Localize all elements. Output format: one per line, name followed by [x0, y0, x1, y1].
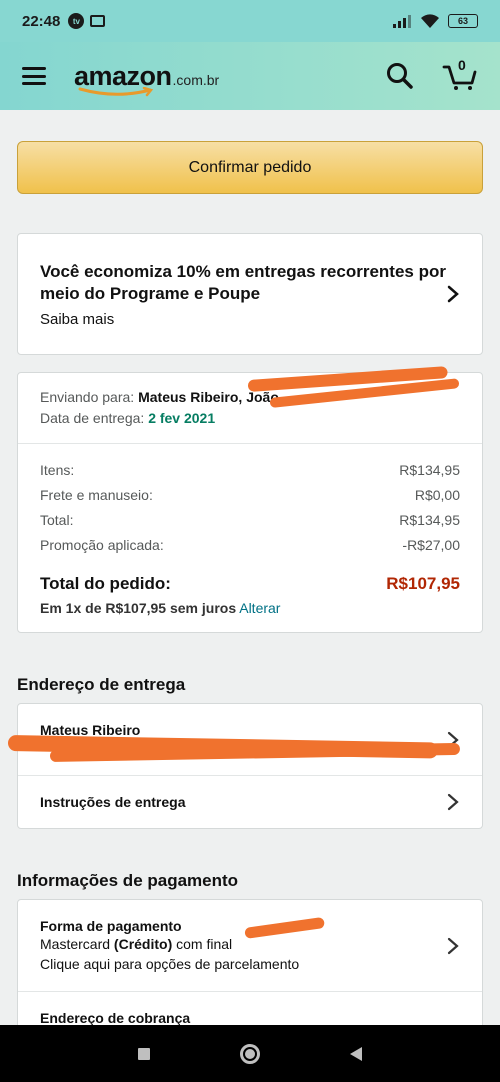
price-row: Itens: R$134,95 [40, 462, 460, 478]
order-total-amount: R$107,95 [386, 574, 460, 593]
price-lines: Itens: R$134,95 Frete e manuseio: R$0,00 T… [18, 444, 482, 632]
billing-address-item[interactable]: Endereço de cobrança [18, 992, 482, 1025]
recipient-name: Mateus Ribeiro, João [138, 389, 279, 405]
home-button[interactable] [240, 1043, 260, 1064]
subscribe-save-promo[interactable]: Você economiza 10% em entregas recorrent… [17, 233, 483, 355]
price-row: Total: R$134,95 [40, 512, 460, 528]
battery-icon: 63 [448, 14, 478, 28]
recents-button[interactable] [138, 1047, 150, 1060]
search-icon[interactable] [386, 62, 414, 90]
change-installments-link[interactable]: Alterar [239, 600, 280, 616]
system-nav-bar [0, 1025, 500, 1082]
installment-options-link[interactable]: Clique aqui para opções de parcelamento [40, 954, 446, 974]
price-row: Frete e manuseio: R$0,00 [40, 487, 460, 503]
learn-more-link[interactable]: Saiba mais [40, 311, 446, 328]
promo-title: Você economiza 10% em entregas recorrent… [40, 261, 446, 303]
payment-method-item[interactable]: Forma de pagamento Mastercard (Crédito) … [18, 900, 482, 992]
back-button[interactable] [350, 1046, 362, 1061]
payment-section-title: Informações de pagamento [17, 871, 239, 890]
delivery-instructions-item[interactable]: Instruções de entrega [18, 776, 482, 828]
order-total: Total do pedido: R$107,95 [40, 574, 460, 593]
status-bar: 22:48 tv 63 [0, 0, 500, 42]
delivery-date: 2 fev 2021 [148, 410, 216, 426]
checkout-content: Confirmar pedido Você economiza 10% em e… [0, 110, 500, 1025]
tv-app-icon: tv [68, 13, 85, 29]
delivery-card: Mateus Ribeiro São Instruções de entrega [17, 703, 483, 829]
chevron-right-icon [447, 937, 459, 954]
order-summary-card: Enviando para: Mateus Ribeiro, João Data… [17, 372, 483, 633]
card-info: Mastercard (Crédito) com final [40, 935, 233, 952]
notification-icon [90, 15, 106, 27]
cart-icon[interactable]: 0 [442, 57, 478, 91]
clock: 22:48 [22, 12, 61, 30]
menu-icon[interactable] [22, 67, 46, 85]
cart-count: 0 [458, 57, 466, 73]
app-header: amazon .com.br 0 [0, 42, 500, 110]
chevron-right-icon [447, 793, 459, 811]
price-row: Promoção aplicada: -R$27,00 [40, 537, 460, 553]
delivery-section-title: Endereço de entrega [17, 675, 186, 694]
chevron-right-icon [447, 285, 459, 303]
delivery-name: Mateus Ribeiro [40, 721, 141, 738]
smile-icon [78, 86, 154, 96]
installments-info: Em 1x de R$107,95 sem juros Alterar [40, 600, 281, 616]
confirm-order-button[interactable]: Confirmar pedido [17, 141, 483, 194]
wifi-icon [421, 13, 439, 28]
amazon-logo[interactable]: amazon .com.br [74, 61, 219, 96]
signal-icon [393, 15, 411, 28]
payment-card: Forma de pagamento Mastercard (Crédito) … [17, 899, 483, 1025]
